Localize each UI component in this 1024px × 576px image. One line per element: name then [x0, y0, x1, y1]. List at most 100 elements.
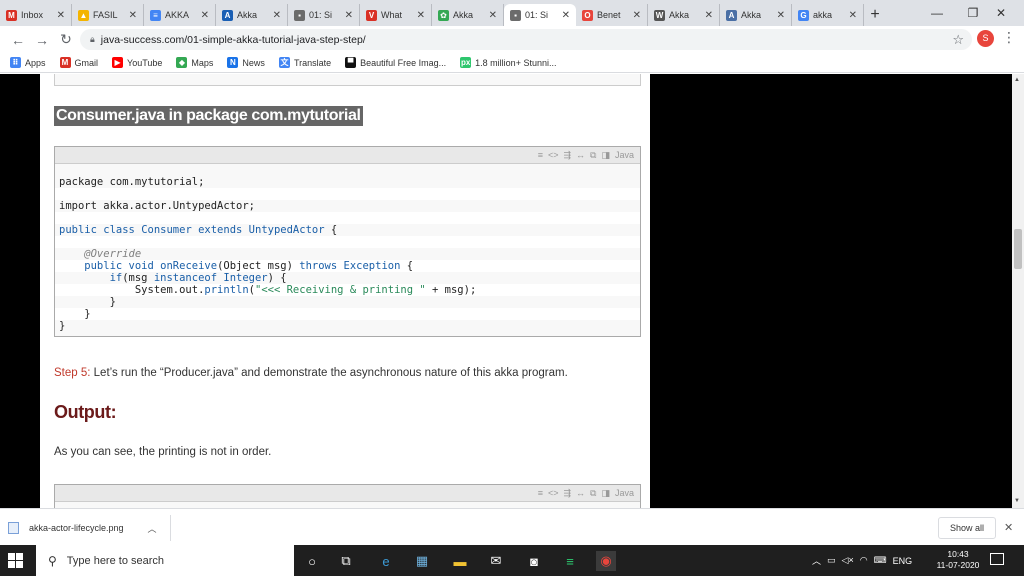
language-indicator[interactable]: ENG	[893, 556, 913, 566]
notification-icon[interactable]	[990, 553, 1004, 565]
tab-label: Akka	[237, 10, 258, 20]
close-tab-icon[interactable]: ✕	[345, 10, 353, 21]
article-content: Consumer.java in package com.mytutorial …	[40, 74, 650, 508]
browser-tab[interactable]: V What ✕	[360, 4, 432, 26]
keyboard-icon[interactable]: ⌨	[874, 555, 887, 566]
bookmark-label: 1.8 million+ Stunni...	[475, 57, 557, 68]
close-tab-icon[interactable]: ✕	[633, 10, 641, 21]
scroll-thumb[interactable]	[1014, 229, 1022, 269]
taskbar-clock[interactable]: 10:43 11-07-2020	[935, 549, 981, 571]
tab-strip: M Inbox ✕ ▲ FASIL ✕ ≡ AKKA ✕ A Akka ✕ ▪ 01: Si ✕ V What ✕…	[0, 0, 1024, 26]
chevron-up-icon[interactable]: ︿	[812, 554, 821, 567]
scroll-down-icon[interactable]: ▼	[1014, 498, 1020, 504]
code-line	[55, 212, 640, 224]
bookmark-item[interactable]: M Gmail	[59, 57, 98, 68]
browser-tab[interactable]: A Akka ✕	[720, 4, 792, 26]
tab-label: Inbox	[21, 10, 44, 20]
code-token: "<<< Receiving & printing "	[255, 284, 426, 296]
back-arrow-icon[interactable]: ←	[6, 32, 30, 48]
news-icon: N	[227, 57, 239, 68]
bookmark-item[interactable]: ◆ Maps	[176, 57, 213, 68]
bookmark-star-icon[interactable]: ☆	[952, 32, 964, 48]
copy-icon[interactable]: ⧉	[590, 150, 596, 161]
close-tab-icon[interactable]: ✕	[273, 10, 281, 21]
system-tray: ︿ ▭ ◁× ◠ ⌨ ENG	[812, 545, 918, 576]
windows-start-icon[interactable]	[8, 553, 23, 568]
copy-icon[interactable]: ⧉	[590, 488, 596, 499]
google-icon: G	[798, 9, 809, 21]
bookmark-label: News	[242, 57, 265, 68]
cortana-icon[interactable]: ○	[302, 551, 322, 571]
browser-tab[interactable]: M Inbox ✕	[0, 4, 72, 26]
bookmark-item[interactable]: ▀ Beautiful Free Imag...	[345, 57, 446, 68]
download-item[interactable]: akka-actor-lifecycle.png ︿	[8, 517, 157, 539]
chrome-icon[interactable]: ◉	[596, 551, 616, 571]
browser-tab[interactable]: ▲ FASIL ✕	[72, 4, 144, 26]
browser-tab[interactable]: A Akka ✕	[216, 4, 288, 26]
image-file-icon	[8, 522, 19, 534]
close-window-button[interactable]: ✕	[978, 0, 1024, 26]
clock-date: 11-07-2020	[936, 560, 980, 570]
forward-arrow-icon[interactable]: →	[30, 32, 54, 48]
open-window-icon[interactable]: ◨	[601, 488, 610, 499]
profile-avatar[interactable]: S	[977, 30, 994, 47]
mail-icon[interactable]: ✉	[486, 551, 506, 571]
expand-icon[interactable]: ↔	[576, 488, 585, 498]
address-bar[interactable]: 🔒︎ java-success.com/01-simple-akka-tutor…	[80, 29, 972, 50]
browser-menu-icon[interactable]: ⋮	[1002, 29, 1016, 46]
code-icon[interactable]: <>	[548, 150, 559, 160]
close-tab-icon[interactable]: ✕	[129, 10, 137, 21]
chevron-up-icon[interactable]: ︿	[148, 522, 157, 535]
browser-tab[interactable]: ✿ Akka ✕	[432, 4, 504, 26]
reload-icon[interactable]: ↻	[54, 31, 78, 48]
browser-tab[interactable]: O Benet ✕	[576, 4, 648, 26]
close-tab-icon[interactable]: ✕	[705, 10, 713, 21]
edge-icon[interactable]: e	[376, 551, 396, 571]
taskbar-search[interactable]: ⚲ Type here to search	[36, 545, 294, 576]
code-token: onReceive	[160, 260, 218, 272]
store-icon[interactable]: ▦	[412, 551, 432, 571]
bookmark-item[interactable]: N News	[227, 57, 265, 68]
browser-tab[interactable]: ▪ 01: Si ✕	[504, 4, 576, 26]
file-explorer-icon[interactable]: ▬	[450, 551, 470, 571]
code-toolbar-2: ≡ <> ⇶ ↔ ⧉ ◨ Java	[55, 485, 640, 502]
bookmark-item[interactable]: px 1.8 million+ Stunni...	[460, 57, 556, 68]
close-tab-icon[interactable]: ✕	[201, 10, 209, 21]
browser-tab[interactable]: W Akka ✕	[648, 4, 720, 26]
new-tab-button[interactable]: +	[864, 4, 886, 26]
view-source-icon[interactable]: ≡	[538, 150, 543, 160]
scroll-up-icon[interactable]: ▲	[1014, 77, 1020, 83]
close-download-bar-icon[interactable]: ✕	[1004, 521, 1013, 534]
bookmark-item[interactable]: ▶ YouTube	[112, 57, 162, 68]
close-tab-icon[interactable]: ✕	[417, 10, 425, 21]
close-tab-icon[interactable]: ✕	[489, 10, 497, 21]
expand-icon[interactable]: ↔	[576, 150, 585, 160]
tab-label: akka	[813, 10, 833, 20]
volume-icon[interactable]: ◁×	[842, 555, 854, 566]
download-bar: akka-actor-lifecycle.png ︿ Show all ✕	[0, 508, 1024, 545]
camera-icon[interactable]: ◙	[524, 551, 544, 571]
code-icon[interactable]: <>	[548, 488, 559, 498]
open-window-icon[interactable]: ◨	[601, 150, 610, 161]
wrap-icon[interactable]: ⇶	[563, 150, 571, 161]
close-tab-icon[interactable]: ✕	[57, 10, 65, 21]
page-scrollbar[interactable]: ▲ ▼	[1012, 74, 1024, 508]
code-line: public class Consumer extends UntypedAct…	[55, 224, 640, 236]
bookmark-item[interactable]: 文 Translate	[278, 57, 331, 68]
docs-icon: A	[726, 9, 737, 21]
browser-tab[interactable]: ▪ 01: Si ✕	[288, 4, 360, 26]
browser-tab[interactable]: ≡ AKKA ✕	[144, 4, 216, 26]
code-token: System.out.	[59, 284, 205, 296]
close-tab-icon[interactable]: ✕	[849, 10, 857, 21]
wifi-icon[interactable]: ◠	[860, 555, 868, 566]
close-tab-icon[interactable]: ✕	[777, 10, 785, 21]
show-all-button[interactable]: Show all	[938, 517, 996, 539]
battery-icon[interactable]: ▭	[827, 555, 836, 566]
browser-tab[interactable]: Gakka ✕	[792, 4, 864, 26]
task-view-icon[interactable]: ⧉	[336, 551, 356, 571]
wrap-icon[interactable]: ⇶	[563, 488, 571, 499]
app-icon[interactable]: ≡	[560, 551, 580, 571]
close-tab-icon[interactable]: ✕	[562, 10, 570, 21]
bookmark-item[interactable]: ⠿ Apps	[10, 57, 46, 68]
view-source-icon[interactable]: ≡	[538, 488, 543, 498]
